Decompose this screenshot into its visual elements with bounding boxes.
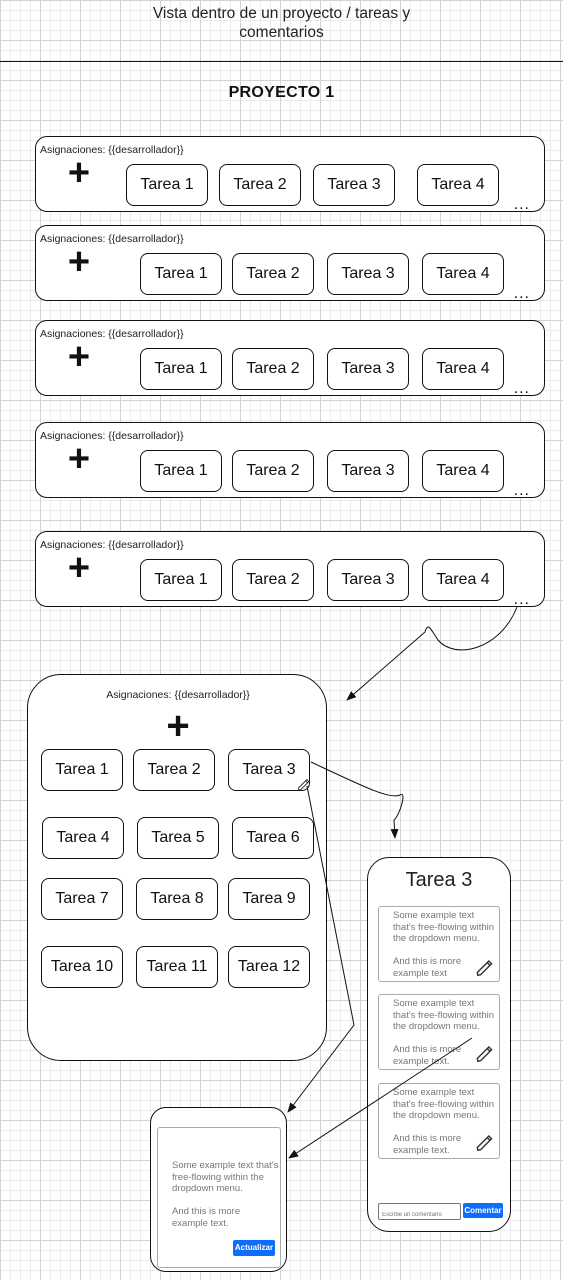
task-comments-panel: Tarea 3 Some example text that's free-fl… [367,857,511,1232]
title-divider [0,61,563,62]
task-button[interactable]: Tarea 11 [136,946,218,988]
task-button[interactable]: Tarea 4 [422,450,504,492]
task-button[interactable]: Tarea 7 [41,878,123,920]
task-button[interactable]: Tarea 5 [137,817,219,859]
assignment-row: Asignaciones: {{desarrollador}} + Tarea … [35,225,545,303]
task-button[interactable]: Tarea 3 [327,348,409,390]
assignment-row: Asignaciones: {{desarrollador}} + Tarea … [35,320,545,398]
task-button[interactable]: Tarea 4 [42,817,124,859]
add-task-icon[interactable]: + [64,440,94,478]
arrow-row-to-detail [346,606,518,701]
task-button[interactable]: Tarea 1 [126,164,208,206]
more-tasks-indicator[interactable]: ... [514,591,530,609]
pencil-icon[interactable] [474,956,496,978]
comment-input[interactable] [378,1203,461,1220]
task-button[interactable]: Tarea 2 [219,164,301,206]
task-button[interactable]: Tarea 2 [232,559,314,601]
comment-text: Some example text that's free-flowing wi… [393,1087,495,1121]
assignment-row: Asignaciones: {{desarrollador}} + Tarea … [35,531,545,609]
add-task-icon[interactable]: + [64,549,94,587]
pencil-icon[interactable] [296,776,312,792]
task-button[interactable]: Tarea 4 [417,164,499,206]
task-button[interactable]: Tarea 1 [140,348,222,390]
edit-comment-more-text[interactable]: And this is more example text. [172,1206,272,1229]
task-button[interactable]: Tarea 4 [422,348,504,390]
comment-more-text: And this is more example text [393,956,462,979]
assignment-label: Asignaciones: {{desarrollador}} [40,430,184,442]
assignment-row: Asignaciones: {{desarrollador}} + Tarea … [35,136,545,214]
assignment-label: Asignaciones: {{desarrollador}} [40,328,184,340]
comment-text: Some example text that's free-flowing wi… [393,910,495,944]
comment-card: Some example text that's free-flowing wi… [378,994,500,1070]
comment-text: Some example text that's free-flowing wi… [393,998,495,1032]
comment-card: Some example text that's free-flowing wi… [378,906,500,982]
comment-card: Some example text that's free-flowing wi… [378,1083,500,1159]
edit-comment-text[interactable]: Some example text that's free-flowing wi… [172,1160,280,1195]
project-title: PROYECTO 1 [228,84,335,101]
comment-more-text: And this is more example text. [393,1044,462,1067]
update-button[interactable]: Actualizar [233,1240,275,1256]
task-button[interactable]: Tarea 10 [41,946,123,988]
page-title-line-1: Vista dentro de un proyecto / tareas y [152,5,411,22]
task-button[interactable]: Tarea 8 [136,878,218,920]
more-tasks-indicator[interactable]: ... [514,285,530,303]
task-button[interactable]: Tarea 3 [327,450,409,492]
task-button[interactable]: Tarea 3 [327,253,409,295]
add-task-icon[interactable]: + [162,706,194,746]
add-task-icon[interactable]: + [64,154,94,192]
more-tasks-indicator[interactable]: ... [514,196,530,214]
assignment-row: Asignaciones: {{desarrollador}} + Tarea … [35,422,545,500]
task-panel-title: Tarea 3 [405,869,473,891]
task-button[interactable]: Tarea 2 [232,348,314,390]
task-button[interactable]: Tarea 1 [140,559,222,601]
task-button[interactable]: Tarea 1 [41,749,123,791]
assignment-label: Asignaciones: {{desarrollador}} [40,539,184,551]
task-button[interactable]: Tarea 9 [228,878,310,920]
add-task-icon[interactable]: + [64,243,94,281]
task-button[interactable]: Tarea 1 [140,450,222,492]
more-tasks-indicator[interactable]: ... [514,482,530,500]
comment-more-text: And this is more example text. [393,1133,462,1156]
add-task-icon[interactable]: + [64,338,94,376]
assignment-label: Asignaciones: {{desarrollador}} [106,689,250,701]
assignment-label: Asignaciones: {{desarrollador}} [40,233,184,245]
task-button[interactable]: Tarea 2 [232,253,314,295]
task-button[interactable]: Tarea 6 [232,817,314,859]
edit-comment-panel: Some example text that's free-flowing wi… [150,1107,287,1272]
page-title: Vista dentro de un proyecto / tareas y c… [100,4,463,42]
comment-submit-button[interactable]: Comentar [463,1203,503,1218]
edit-comment-box: Some example text that's free-flowing wi… [157,1127,281,1268]
task-button[interactable]: Tarea 2 [232,450,314,492]
task-button[interactable]: Tarea 12 [228,946,310,988]
task-button[interactable]: Tarea 3 [313,164,395,206]
pencil-icon[interactable] [474,1042,496,1064]
page-title-line-2: comentarios [239,24,324,41]
assignment-label: Asignaciones: {{desarrollador}} [40,144,184,156]
task-button[interactable]: Tarea 2 [133,749,215,791]
task-button[interactable]: Tarea 1 [140,253,222,295]
more-tasks-indicator[interactable]: ... [514,380,530,398]
expanded-assignment-card: Asignaciones: {{desarrollador}} + Tarea … [27,674,327,1061]
pencil-icon[interactable] [474,1131,496,1153]
task-button[interactable]: Tarea 4 [422,559,504,601]
task-button[interactable]: Tarea 3 [327,559,409,601]
task-button[interactable]: Tarea 4 [422,253,504,295]
